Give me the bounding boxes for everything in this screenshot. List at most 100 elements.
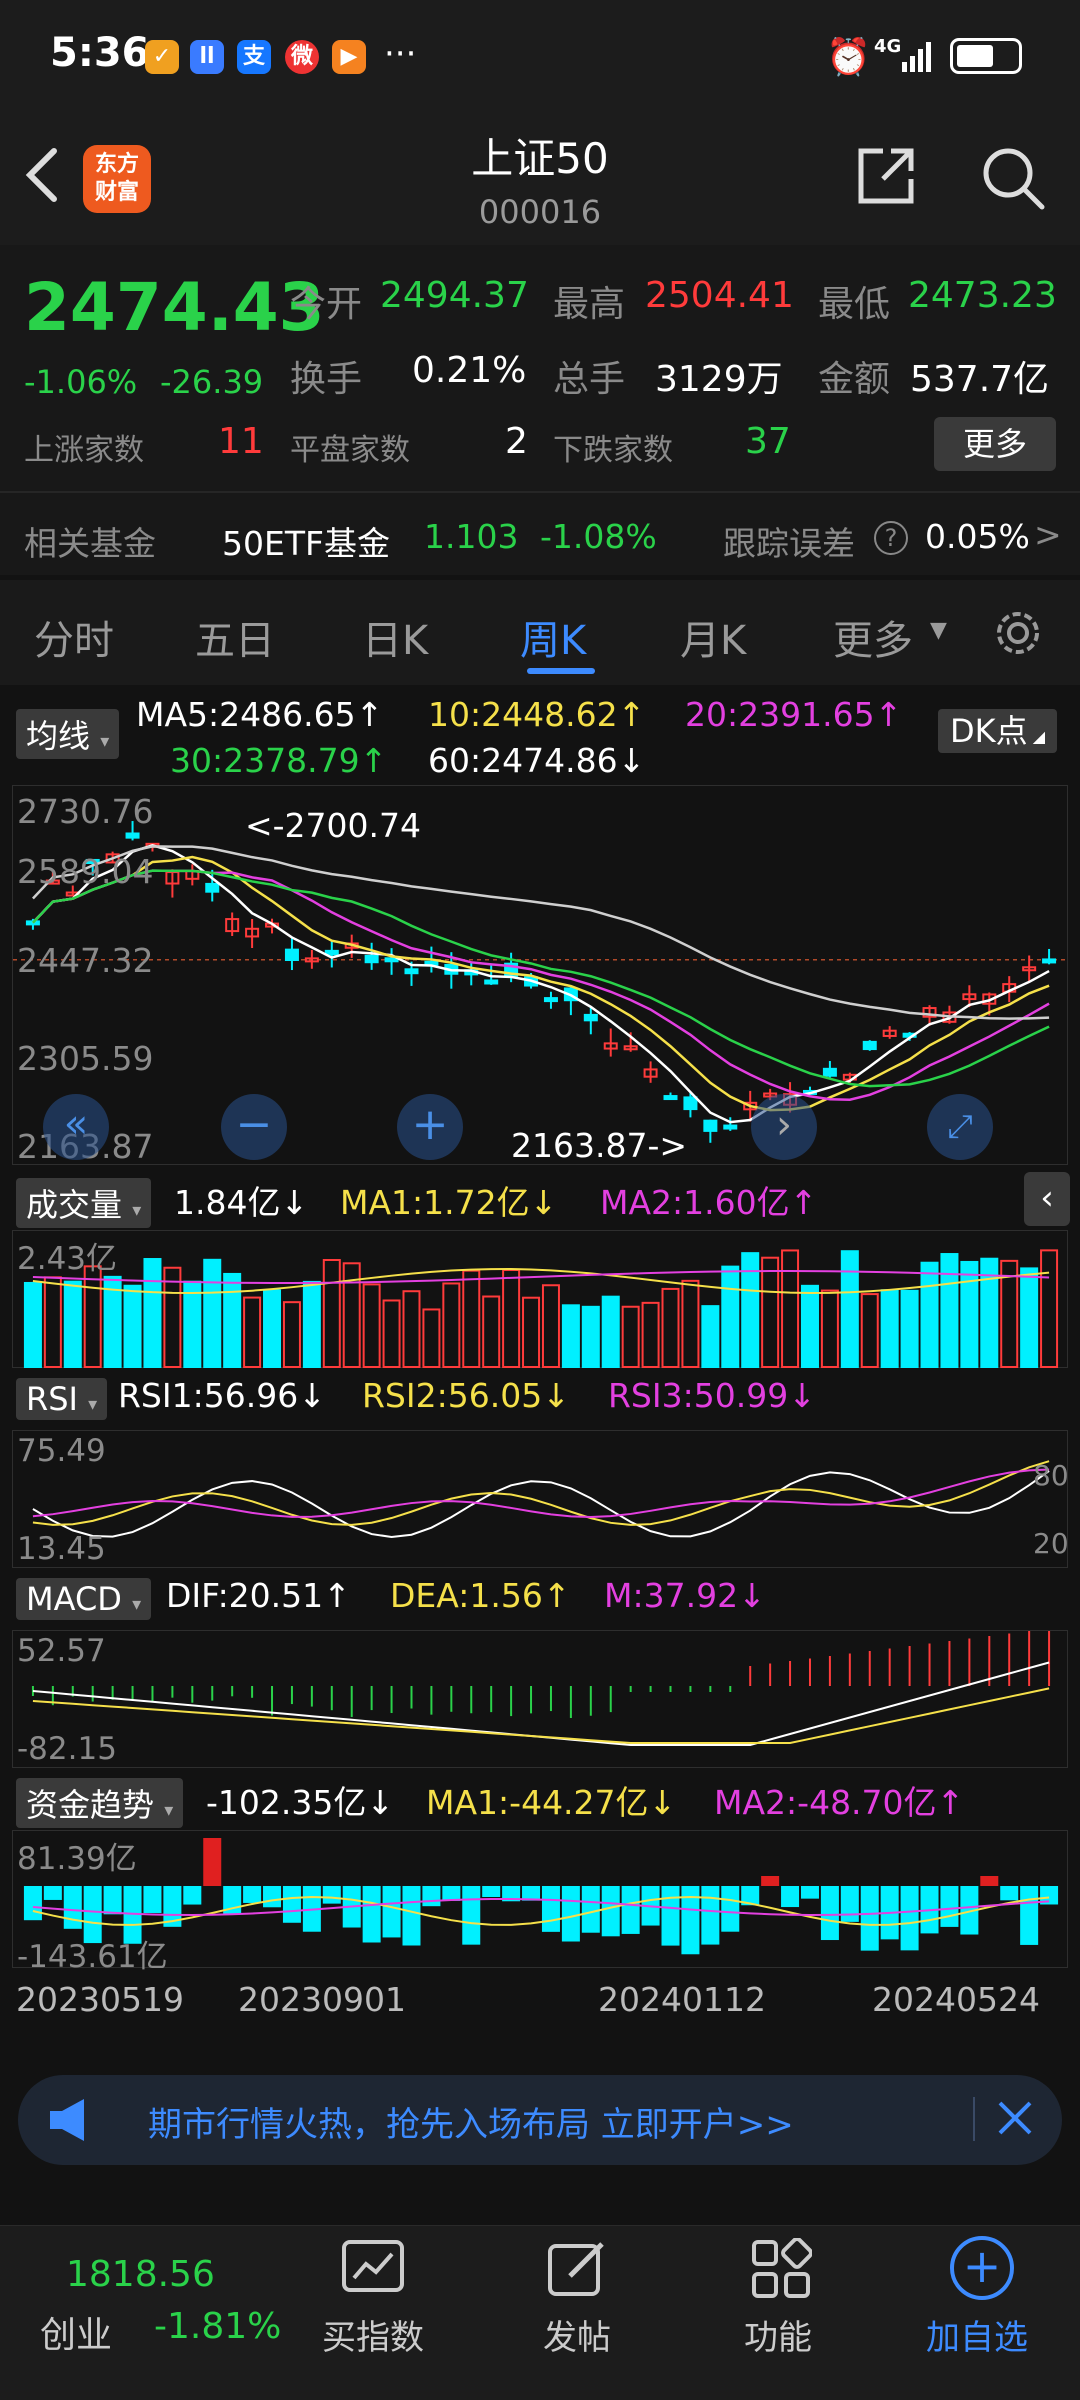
- app-notification-icon: ll: [190, 40, 224, 74]
- amount-value: 537.7亿: [910, 359, 1050, 400]
- macd-selector[interactable]: MACD ▾: [16, 1578, 152, 1620]
- volume-label: 总手: [553, 359, 626, 400]
- funds-bar: [601, 1886, 620, 1937]
- index-value[interactable]: 1818.56: [66, 2254, 215, 2295]
- axis-label: 2589.04: [17, 852, 154, 891]
- more-notifications-icon: ···: [384, 34, 417, 74]
- volume-legend: 成交量 ▾ 1.84亿↓ MA1:1.72亿↓ MA2:1.60亿↑ ‹: [0, 1170, 1080, 1230]
- candle-body: [663, 1095, 678, 1101]
- funds-bar: [362, 1886, 381, 1943]
- high-label: 最高: [553, 284, 626, 325]
- funds-trend-selector[interactable]: 资金趋势 ▾: [16, 1778, 184, 1828]
- funds-trend-ma2: MA2:-48.70亿↑: [714, 1783, 965, 1822]
- collapse-panel-icon[interactable]: ‹: [1024, 1172, 1070, 1226]
- post-label[interactable]: 发帖: [543, 2310, 611, 2359]
- buy-index-label[interactable]: 买指数: [322, 2310, 424, 2359]
- bottom-nav: 1818.56 创业 -1.81% 买指数 发帖 功能 + 加自选: [0, 2225, 1080, 2400]
- close-icon[interactable]: [990, 2093, 1040, 2143]
- funds-bar: [561, 1886, 580, 1942]
- candle-body: [484, 979, 499, 985]
- tab-monthly-k[interactable]: 月K: [680, 608, 746, 666]
- battery-icon: [950, 38, 1022, 74]
- funds-trend-legend: 资金趋势 ▾ -102.35亿↓ MA1:-44.27亿↓ MA2:-48.70…: [0, 1772, 1080, 1830]
- post-icon[interactable]: [546, 2238, 608, 2300]
- amount-label: 金额: [818, 359, 891, 400]
- funds-bar: [721, 1886, 740, 1932]
- volume-bar: [43, 1276, 62, 1368]
- tab-intraday[interactable]: 分时: [34, 608, 114, 666]
- funds-bar: [621, 1886, 640, 1934]
- candle-body: [683, 1096, 698, 1111]
- rsi-selector[interactable]: RSI ▾: [16, 1378, 108, 1420]
- scroll-left-button[interactable]: «: [43, 1094, 109, 1160]
- add-watchlist-label[interactable]: 加自选: [926, 2310, 1028, 2359]
- kline-chart[interactable]: 2730.76 2589.04 2447.32 2305.59 2163.87 …: [12, 785, 1069, 1166]
- functions-label[interactable]: 功能: [744, 2310, 812, 2359]
- share-icon[interactable]: [855, 145, 917, 207]
- funds-bar: [900, 1886, 919, 1951]
- volume-bar: [223, 1272, 242, 1368]
- funds-bar: [442, 1886, 461, 1901]
- funds-bar: [282, 1886, 301, 1923]
- up-count-label: 上涨家数: [24, 433, 144, 468]
- volume-bar: [203, 1258, 222, 1368]
- tab-daily-k[interactable]: 日K: [362, 608, 428, 666]
- fullscreen-icon[interactable]: ⤢: [927, 1094, 993, 1160]
- volume-bar: [23, 1281, 42, 1368]
- index-pct: -1.81%: [154, 2306, 282, 2347]
- funds-bar: [243, 1886, 262, 1903]
- scroll-right-button[interactable]: ›: [751, 1094, 817, 1160]
- dk-point-button[interactable]: DK点 ◢: [938, 709, 1058, 753]
- fund-pct: -1.08%: [540, 517, 657, 556]
- volume-bar: [263, 1289, 282, 1368]
- functions-icon[interactable]: [750, 2237, 813, 2300]
- more-button[interactable]: 更多: [934, 417, 1056, 471]
- axis-label: 81.39亿: [17, 1841, 137, 1877]
- zoom-in-button[interactable]: +: [397, 1094, 463, 1160]
- volume-bar: [840, 1250, 859, 1369]
- tab-more[interactable]: 更多: [833, 608, 913, 666]
- fund-name[interactable]: 50ETF基金: [222, 517, 390, 565]
- high-marker: <-2700.74: [245, 806, 422, 845]
- stock-code: 000016: [478, 193, 602, 231]
- alipay-icon: 支: [237, 40, 271, 74]
- banner-text[interactable]: 期市行情火热，抢先入场布局 立即开户>>: [148, 2097, 794, 2146]
- fund-arrow-icon[interactable]: >: [1034, 515, 1062, 554]
- rsi1-value: RSI1:56.96↓: [118, 1376, 326, 1415]
- index-name[interactable]: 创业: [40, 2306, 112, 2358]
- active-tab-indicator: [527, 668, 595, 674]
- tab-five-day[interactable]: 五日: [195, 608, 275, 666]
- turnover-label: 换手: [290, 359, 363, 400]
- down-count: 37: [745, 421, 791, 462]
- volume-bar: [581, 1305, 600, 1369]
- promo-banner[interactable]: 期市行情火热，抢先入场布局 立即开户>>: [18, 2075, 1062, 2165]
- macd-legend: MACD ▾ DIF:20.51↑ DEA:1.56↑ M:37.92↓: [0, 1572, 1080, 1630]
- zoom-out-button[interactable]: −: [221, 1094, 287, 1160]
- funds-bar: [1020, 1886, 1039, 1945]
- volume-bar: [83, 1265, 102, 1368]
- ma60-value: 60:2474.86↓: [428, 741, 646, 780]
- high-value: 2504.41: [645, 275, 794, 316]
- candle-body: [1042, 958, 1057, 964]
- macd-dif: DIF:20.51↑: [166, 1576, 351, 1615]
- down-count-label: 下跌家数: [553, 433, 673, 468]
- alarm-icon: ⏰: [826, 37, 871, 78]
- volume-selector[interactable]: 成交量 ▾: [16, 1178, 152, 1228]
- help-icon[interactable]: ?: [874, 521, 908, 555]
- settings-gear-icon[interactable]: [990, 605, 1046, 661]
- status-bar: 5:36 ✓ ll 支 微 ▶ ··· ⏰ 4G: [0, 0, 1080, 115]
- ma-selector[interactable]: 均线 ▾: [16, 709, 120, 759]
- volume-bar: [800, 1284, 819, 1368]
- volume-bar: [561, 1304, 580, 1368]
- add-watchlist-icon[interactable]: +: [950, 2236, 1014, 2300]
- signal-icon: [902, 38, 938, 72]
- search-icon[interactable]: [980, 145, 1046, 211]
- volume-bar: [442, 1282, 461, 1369]
- tab-weekly-k[interactable]: 周K: [520, 608, 586, 666]
- funds-bar: [143, 1886, 162, 1913]
- volume-bar: [661, 1287, 680, 1369]
- volume-chart: 2.43亿: [12, 1230, 1068, 1369]
- buy-index-icon[interactable]: [340, 2238, 406, 2300]
- fund-price: 1.103: [424, 517, 519, 556]
- volume-bar: [1040, 1249, 1059, 1369]
